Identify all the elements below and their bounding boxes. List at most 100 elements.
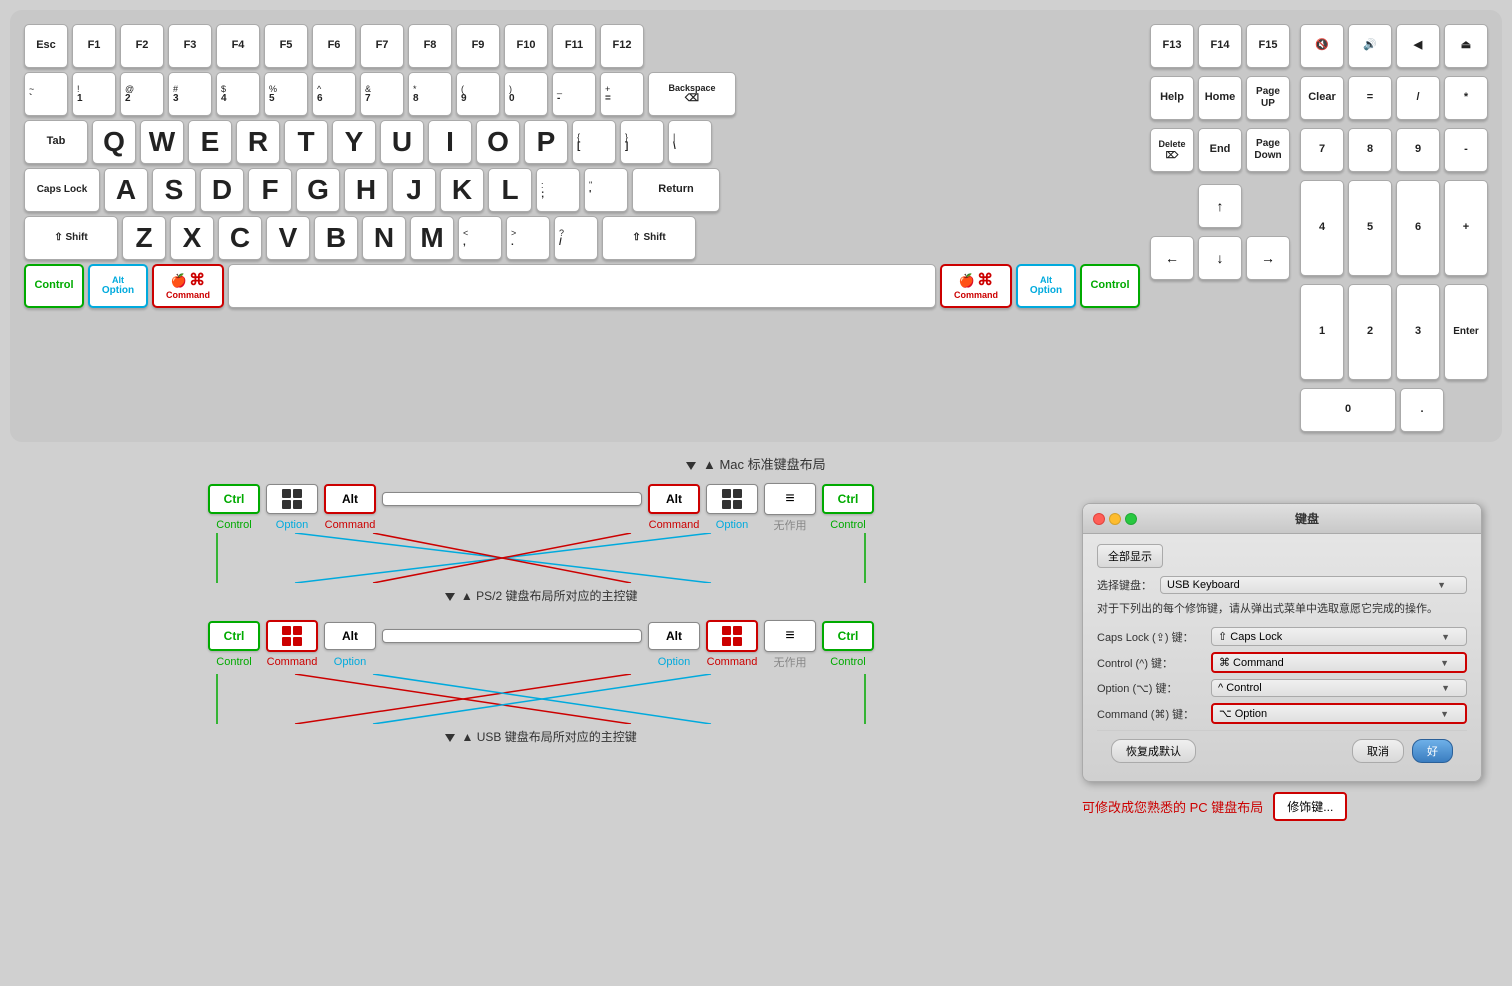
- key-d[interactable]: D: [200, 168, 244, 212]
- key-r[interactable]: R: [236, 120, 280, 164]
- key-7[interactable]: & 7: [360, 72, 404, 116]
- key-np-1[interactable]: 1: [1300, 284, 1344, 380]
- key-return[interactable]: Return: [632, 168, 720, 212]
- key-esc[interactable]: Esc: [24, 24, 68, 68]
- ps2-menu[interactable]: ≡: [764, 483, 816, 515]
- key-j[interactable]: J: [392, 168, 436, 212]
- key-eject[interactable]: ⏏: [1444, 24, 1488, 68]
- key-minus[interactable]: _ -: [552, 72, 596, 116]
- key-option-right[interactable]: Alt Option: [1016, 264, 1076, 308]
- key-5[interactable]: % 5: [264, 72, 308, 116]
- minimize-button[interactable]: [1109, 513, 1121, 525]
- usb-win-right[interactable]: [706, 620, 758, 652]
- control-select[interactable]: ⌘ Command ▼: [1211, 652, 1467, 673]
- key-f15[interactable]: F15: [1246, 24, 1290, 68]
- key-np-5[interactable]: 5: [1348, 180, 1392, 276]
- key-4[interactable]: $ 4: [216, 72, 260, 116]
- key-0[interactable]: ) 0: [504, 72, 548, 116]
- usb-space[interactable]: [382, 629, 642, 643]
- key-v[interactable]: V: [266, 216, 310, 260]
- key-ctrl-left[interactable]: Control: [24, 264, 84, 308]
- key-f13[interactable]: F13: [1150, 24, 1194, 68]
- key-z[interactable]: Z: [122, 216, 166, 260]
- command-select[interactable]: ⌥ Option ▼: [1211, 703, 1467, 724]
- key-back[interactable]: ◀: [1396, 24, 1440, 68]
- cancel-button[interactable]: 取消: [1352, 739, 1404, 763]
- key-f8[interactable]: F8: [408, 24, 452, 68]
- ps2-ctrl-right[interactable]: Ctrl: [822, 484, 874, 514]
- key-k[interactable]: K: [440, 168, 484, 212]
- key-ctrl-right[interactable]: Control: [1080, 264, 1140, 308]
- key-f2[interactable]: F2: [120, 24, 164, 68]
- key-u[interactable]: U: [380, 120, 424, 164]
- ps2-win-right[interactable]: [706, 484, 758, 514]
- key-pageup[interactable]: PageUP: [1246, 76, 1290, 120]
- key-i[interactable]: I: [428, 120, 472, 164]
- key-rbracket[interactable]: } ]: [620, 120, 664, 164]
- keyboard-select-dropdown[interactable]: USB Keyboard ▼: [1160, 576, 1467, 594]
- key-clear[interactable]: Clear: [1300, 76, 1344, 120]
- key-np-3[interactable]: 3: [1396, 284, 1440, 380]
- key-tab[interactable]: Tab: [24, 120, 88, 164]
- key-e[interactable]: E: [188, 120, 232, 164]
- modify-keys-button[interactable]: 修饰键...: [1273, 792, 1347, 821]
- key-help[interactable]: Help: [1150, 76, 1194, 120]
- key-period[interactable]: > .: [506, 216, 550, 260]
- key-f11[interactable]: F11: [552, 24, 596, 68]
- key-vol-up[interactable]: 🔊: [1348, 24, 1392, 68]
- key-3[interactable]: # 3: [168, 72, 212, 116]
- usb-alt-left[interactable]: Alt: [324, 622, 376, 650]
- key-equals[interactable]: + =: [600, 72, 644, 116]
- key-np-7[interactable]: 7: [1300, 128, 1344, 172]
- key-slash[interactable]: ? /: [554, 216, 598, 260]
- key-arrow-right[interactable]: →: [1246, 236, 1290, 280]
- key-m[interactable]: M: [410, 216, 454, 260]
- key-command-right[interactable]: 🍎 ⌘ Command: [940, 264, 1012, 308]
- key-arrow-left[interactable]: ←: [1150, 236, 1194, 280]
- key-np-div[interactable]: /: [1396, 76, 1440, 120]
- key-np-0[interactable]: 0: [1300, 388, 1396, 432]
- key-a[interactable]: A: [104, 168, 148, 212]
- ps2-alt-right[interactable]: Alt: [648, 484, 700, 514]
- key-np-4[interactable]: 4: [1300, 180, 1344, 276]
- key-mute[interactable]: 🔇: [1300, 24, 1344, 68]
- usb-win-left[interactable]: [266, 620, 318, 652]
- key-o[interactable]: O: [476, 120, 520, 164]
- key-s[interactable]: S: [152, 168, 196, 212]
- key-g[interactable]: G: [296, 168, 340, 212]
- key-l[interactable]: L: [488, 168, 532, 212]
- key-comma[interactable]: < ,: [458, 216, 502, 260]
- key-f9[interactable]: F9: [456, 24, 500, 68]
- key-np-6[interactable]: 6: [1396, 180, 1440, 276]
- key-9[interactable]: ( 9: [456, 72, 500, 116]
- key-w[interactable]: W: [140, 120, 184, 164]
- key-q[interactable]: Q: [92, 120, 136, 164]
- usb-ctrl-right[interactable]: Ctrl: [822, 621, 874, 651]
- key-command-left[interactable]: 🍎 ⌘ Command: [152, 264, 224, 308]
- key-8[interactable]: * 8: [408, 72, 452, 116]
- ok-button[interactable]: 好: [1412, 739, 1453, 763]
- close-button[interactable]: [1093, 513, 1105, 525]
- key-backslash[interactable]: | \: [668, 120, 712, 164]
- key-home[interactable]: Home: [1198, 76, 1242, 120]
- usb-alt-right[interactable]: Alt: [648, 622, 700, 650]
- key-1[interactable]: ! 1: [72, 72, 116, 116]
- key-option-left[interactable]: Alt Option: [88, 264, 148, 308]
- key-pagedown[interactable]: PageDown: [1246, 128, 1290, 172]
- caps-lock-select[interactable]: ⇧ Caps Lock ▼: [1211, 627, 1467, 646]
- key-arrow-down[interactable]: ↓: [1198, 236, 1242, 280]
- key-2[interactable]: @ 2: [120, 72, 164, 116]
- key-space[interactable]: [228, 264, 936, 308]
- key-f7[interactable]: F7: [360, 24, 404, 68]
- key-semicolon[interactable]: : ;: [536, 168, 580, 212]
- key-p[interactable]: P: [524, 120, 568, 164]
- show-all-button[interactable]: 全部显示: [1097, 544, 1163, 568]
- key-caps-lock[interactable]: Caps Lock: [24, 168, 100, 212]
- key-f12[interactable]: F12: [600, 24, 644, 68]
- key-y[interactable]: Y: [332, 120, 376, 164]
- key-np-minus[interactable]: -: [1444, 128, 1488, 172]
- key-quote[interactable]: " ': [584, 168, 628, 212]
- key-np-9[interactable]: 9: [1396, 128, 1440, 172]
- reset-defaults-button[interactable]: 恢复成默认: [1111, 739, 1196, 763]
- ps2-win-left[interactable]: [266, 484, 318, 514]
